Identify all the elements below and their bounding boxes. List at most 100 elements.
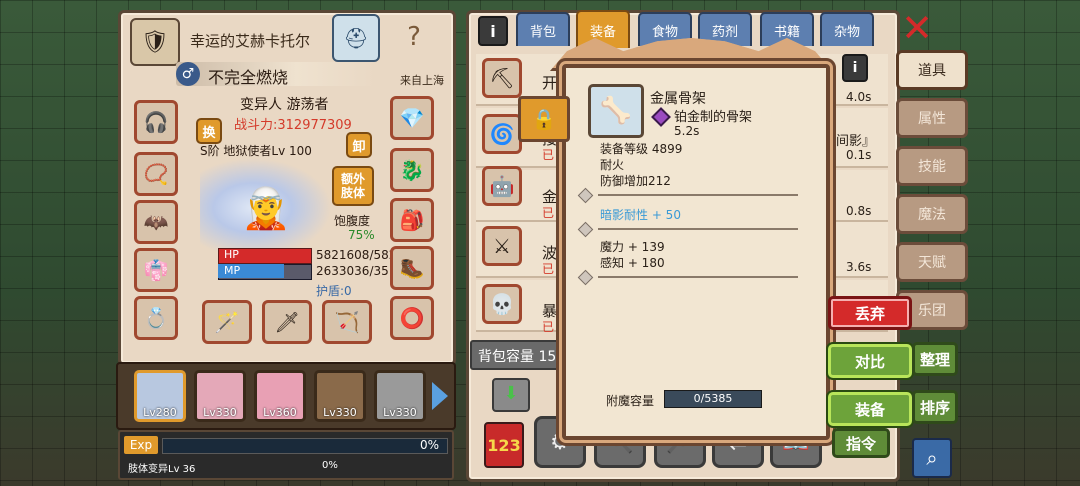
shield-text: 护盾:0 bbox=[316, 284, 352, 298]
bag-capacity: 背包容量 15 bbox=[470, 340, 574, 370]
party-member-4[interactable]: Lv330 bbox=[314, 370, 366, 422]
list-item-time: 0.1s bbox=[846, 148, 872, 162]
equip-slot-cloak[interactable]: 🦇 bbox=[134, 200, 178, 244]
compare-button[interactable]: 对比 bbox=[828, 344, 912, 378]
enchant-bar: 0/5385 bbox=[664, 390, 762, 408]
hp-label: HP bbox=[224, 248, 239, 261]
item-icon: 🌀 bbox=[482, 114, 522, 154]
lock-icon[interactable]: 🔒 bbox=[518, 96, 570, 142]
divider bbox=[598, 228, 798, 230]
equip-level: 装备等级 4899 bbox=[600, 142, 683, 156]
party-level-3: Lv360 bbox=[263, 406, 297, 419]
list-item-time: 4.0s bbox=[846, 90, 872, 104]
exp-label: Exp bbox=[124, 436, 158, 454]
rank-text: S阶 地狱使者Lv 100 bbox=[200, 144, 312, 158]
counter-icon[interactable]: 123 bbox=[484, 422, 524, 468]
list-item-status: 已 bbox=[542, 320, 555, 334]
party-level-2: Lv330 bbox=[203, 406, 237, 419]
list-item-status: 已 bbox=[542, 262, 555, 276]
item-name: 金属骨架 bbox=[650, 91, 706, 107]
side-tab-attributes[interactable]: 属性 bbox=[896, 98, 968, 138]
equip-slot-shoulder[interactable]: 🐉 bbox=[390, 148, 434, 192]
info-icon[interactable]: i bbox=[478, 16, 508, 46]
exp-bar bbox=[162, 438, 448, 454]
bag-capacity-text: 背包容量 15 bbox=[478, 349, 557, 365]
tab-misc[interactable]: 杂物 bbox=[820, 12, 874, 46]
equip-slot-weapon-1[interactable]: 🪄 bbox=[202, 300, 252, 344]
hanger-icon[interactable]: ? bbox=[386, 14, 442, 60]
list-item-status: 已 bbox=[542, 206, 555, 220]
drop-down-icon[interactable]: ⬇ bbox=[492, 378, 530, 412]
item-cooldown: 5.2s bbox=[674, 124, 700, 138]
side-tab-items[interactable]: 道具 bbox=[896, 50, 968, 90]
mp-value: 2633036/351 bbox=[316, 264, 397, 278]
party-level-5: Lv330 bbox=[383, 406, 417, 419]
equip-slot-belt[interactable]: 🎒 bbox=[390, 198, 434, 242]
gender-icon: ♂ bbox=[176, 62, 200, 86]
satiety-value: 75% bbox=[348, 228, 375, 242]
equip-slot-boots[interactable]: 🥾 bbox=[390, 246, 434, 290]
unequip-button[interactable]: 卸 bbox=[346, 132, 372, 158]
character-portrait: 🧝 bbox=[200, 158, 332, 258]
equip-slot-ring-right[interactable]: ⭕ bbox=[390, 296, 434, 340]
sort-button[interactable]: 排序 bbox=[912, 390, 958, 424]
pickaxe-icon: ⛏ bbox=[482, 58, 522, 98]
divider bbox=[598, 194, 798, 196]
equip-slot-neck[interactable]: 📿 bbox=[134, 152, 178, 196]
list-item-extra: 间影』 bbox=[836, 134, 876, 149]
mutation-percent: 0% bbox=[322, 460, 338, 471]
armor-stand-icon[interactable]: ⛑ bbox=[332, 14, 380, 62]
swap-button[interactable]: 换 bbox=[196, 118, 222, 144]
divider bbox=[598, 276, 798, 278]
equip-slot-ring-left[interactable]: 💍 bbox=[134, 296, 178, 340]
item-material: 铂金制的骨架 bbox=[674, 110, 753, 125]
rank-emblem-icon: 🛡 bbox=[130, 18, 180, 66]
mutation-label: 肢体变异Lv 36 bbox=[128, 464, 196, 475]
origin-text: 来自上海 bbox=[400, 74, 444, 87]
enchant-label: 附魔容量 bbox=[606, 394, 655, 408]
equip-button[interactable]: 装备 bbox=[828, 392, 912, 426]
search-icon[interactable]: ⌕ bbox=[912, 438, 952, 478]
party-member-5[interactable]: Lv330 bbox=[374, 370, 426, 422]
party-level-4: Lv330 bbox=[323, 406, 357, 419]
side-tab-talent[interactable]: 天赋 bbox=[896, 242, 968, 282]
character-title: 幸运的艾赫卡托尔 bbox=[190, 32, 311, 50]
party-level-1: Lv280 bbox=[143, 406, 177, 419]
command-button[interactable]: 指令 bbox=[832, 428, 890, 458]
perception-bonus: 感知 + 180 bbox=[600, 256, 665, 270]
mp-label: MP bbox=[224, 264, 241, 277]
list-item-status: 已 bbox=[542, 148, 555, 162]
equip-slot-armor[interactable]: 👘 bbox=[134, 248, 178, 292]
close-icon[interactable]: ✕ bbox=[898, 9, 936, 47]
defense-bonus: 防御增加212 bbox=[600, 174, 671, 188]
equip-slot-head[interactable]: 🎧 bbox=[134, 100, 178, 144]
discard-button[interactable]: 丢弃 bbox=[828, 296, 912, 330]
item-icon: 💀 bbox=[482, 284, 522, 324]
list-item-time: 0.8s bbox=[846, 204, 872, 218]
item-icon-skeleton: 🦴 bbox=[588, 84, 644, 138]
party-next-arrow-icon[interactable] bbox=[432, 382, 448, 410]
popup-info-icon[interactable]: i bbox=[842, 54, 868, 82]
resist-fire: 耐火 bbox=[600, 158, 625, 172]
equip-slot-weapon-3[interactable]: 🏹 bbox=[322, 300, 372, 344]
class-text: 变异人 游荡者 bbox=[240, 97, 329, 113]
extra-limb-button[interactable]: 额外肢体 bbox=[332, 166, 374, 206]
shadow-resist: 暗影耐性 + 50 bbox=[600, 208, 681, 222]
tab-bag[interactable]: 背包 bbox=[516, 12, 570, 46]
organize-button[interactable]: 整理 bbox=[912, 342, 958, 376]
party-member-3[interactable]: Lv360 bbox=[254, 370, 306, 422]
party-member-1[interactable]: Lv280 bbox=[134, 370, 186, 422]
party-member-2[interactable]: Lv330 bbox=[194, 370, 246, 422]
enchant-value: 0/5385 bbox=[693, 392, 733, 405]
equip-slot-weapon-2[interactable]: 🗡 bbox=[262, 300, 312, 344]
hp-value: 5821608/582 bbox=[316, 248, 397, 262]
list-item-name: 开 bbox=[542, 74, 558, 92]
side-tab-skills[interactable]: 技能 bbox=[896, 146, 968, 186]
list-item-time: 3.6s bbox=[846, 260, 872, 274]
mana-bonus: 魔力 + 139 bbox=[600, 240, 665, 254]
item-icon: ⚔ bbox=[482, 226, 522, 266]
side-tab-magic[interactable]: 魔法 bbox=[896, 194, 968, 234]
satiety-label: 饱腹度 bbox=[334, 214, 371, 228]
power-text: 战斗力:312977309 bbox=[234, 118, 352, 133]
equip-slot-gem[interactable]: 💎 bbox=[390, 96, 434, 140]
